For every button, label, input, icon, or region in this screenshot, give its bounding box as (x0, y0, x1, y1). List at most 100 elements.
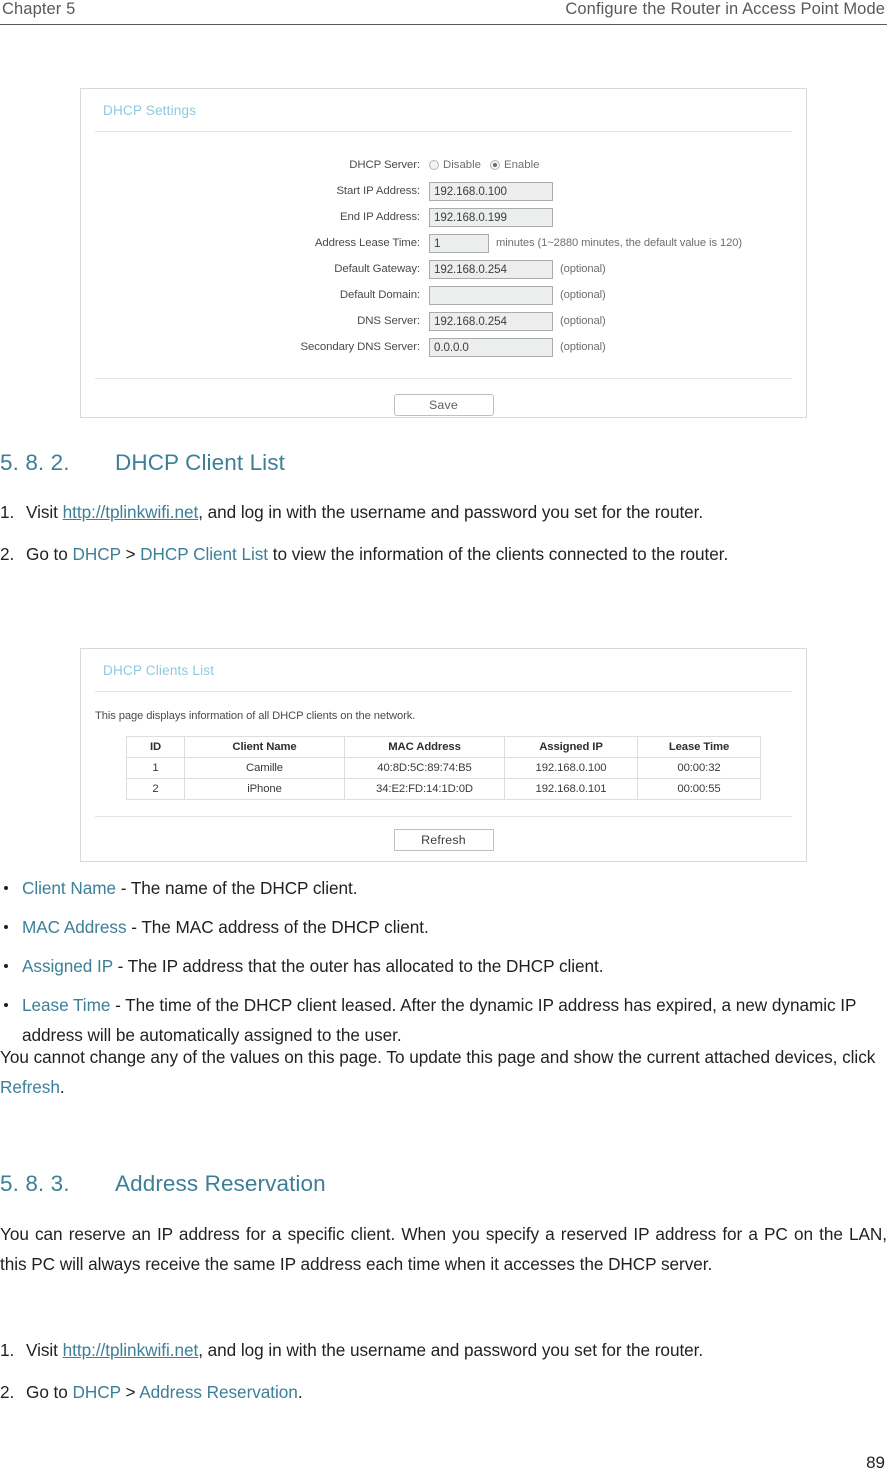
dhcp-clients-panel-title: DHCP Clients List (103, 663, 215, 678)
bullet-desc: - The MAC address of the DHCP client. (126, 917, 429, 937)
column-header-id: ID (126, 736, 185, 758)
bullet-dot-icon (4, 964, 8, 968)
form-row-default-gateway: Default Gateway: 192.168.0.254 (optional… (81, 258, 806, 281)
secondary-dns-label: Secondary DNS Server: (300, 341, 421, 354)
bullet-desc: - The IP address that the outer has allo… (112, 956, 604, 976)
column-header-lease-time: Lease Time (637, 736, 761, 758)
clients-table-wrap: ID Client Name MAC Address Assigned IP L… (81, 736, 806, 816)
nav-separator: > (120, 1382, 140, 1402)
step-text-pre: Visit (26, 1340, 63, 1360)
field-description-list: Client Name - The name of the DHCP clien… (0, 873, 887, 1050)
radio-option-enable[interactable]: Enable (490, 159, 539, 171)
radio-disable-label: Disable (443, 159, 481, 172)
dhcp-server-label: DHCP Server: (349, 159, 420, 172)
step-item: 1. Visit http://tplinkwifi.net, and log … (0, 1335, 887, 1365)
refresh-note-pre: You cannot change any of the values on t… (0, 1047, 876, 1067)
lease-time-label: Address Lease Time: (314, 237, 420, 250)
list-item: MAC Address - The MAC address of the DHC… (0, 912, 887, 942)
default-domain-input[interactable] (429, 285, 553, 305)
bullet-term: Client Name (22, 878, 117, 898)
bullet-desc: - The time of the DHCP client leased. Af… (22, 995, 857, 1045)
cell-id: 1 (126, 757, 185, 779)
column-header-assigned-ip: Assigned IP (504, 736, 638, 758)
list-item: Lease Time - The time of the DHCP client… (0, 990, 887, 1050)
form-row-start-ip: Start IP Address: 192.168.0.100 (81, 180, 806, 203)
refresh-note-paragraph: You cannot change any of the values on t… (0, 1042, 887, 1102)
step-item: 2. Go to DHCP > DHCP Client List to view… (0, 539, 887, 569)
secondary-dns-input[interactable]: 0.0.0.0 (429, 337, 553, 357)
bullet-desc: - The name of the DHCP client. (116, 878, 358, 898)
default-domain-hint: (optional) (560, 289, 606, 302)
cell-assigned-ip: 192.168.0.100 (504, 757, 638, 779)
step-text-post: . (297, 1382, 303, 1402)
step-text-pre: Go to (26, 544, 73, 564)
refresh-button[interactable]: Refresh (393, 829, 494, 851)
form-row-secondary-dns: Secondary DNS Server: 0.0.0.0 (optional) (81, 336, 806, 359)
dhcp-clients-table: ID Client Name MAC Address Assigned IP L… (126, 736, 761, 800)
cell-client-name: Camille (184, 757, 345, 779)
refresh-token: Refresh (0, 1077, 60, 1097)
lease-time-hint: minutes (1~2880 minutes, the default val… (496, 237, 742, 250)
nav-token-dhcp: DHCP (72, 1382, 121, 1402)
header-rule (0, 24, 887, 26)
dns-server-hint: (optional) (560, 315, 606, 328)
step-item: 1. Visit http://tplinkwifi.net, and log … (0, 497, 887, 527)
cell-lease-time: 00:00:32 (637, 757, 761, 779)
table-row: 1 Camille 40:8D:5C:89:74:B5 192.168.0.10… (126, 757, 761, 779)
start-ip-input[interactable]: 192.168.0.100 (429, 181, 553, 201)
step-text-post: to view the information of the clients c… (268, 544, 729, 564)
dhcp-settings-form: DHCP Server: Disable Enable Start IP Add… (81, 132, 806, 378)
end-ip-label: End IP Address: (340, 211, 420, 224)
step-text-post: , and log in with the username and passw… (198, 1340, 704, 1360)
steps-list-583: 1. Visit http://tplinkwifi.net, and log … (0, 1335, 887, 1407)
cell-assigned-ip: 192.168.0.101 (504, 778, 638, 800)
save-button[interactable]: Save (393, 394, 494, 416)
form-row-lease-time: Address Lease Time: 1 minutes (1~2880 mi… (81, 232, 806, 255)
column-header-mac-address: MAC Address (344, 736, 505, 758)
form-row-dhcp-server: DHCP Server: Disable Enable (81, 154, 806, 177)
bullet-term: Lease Time (22, 995, 111, 1015)
cell-mac-address: 40:8D:5C:89:74:B5 (344, 757, 505, 779)
default-gateway-input[interactable]: 192.168.0.254 (429, 259, 553, 279)
dhcp-settings-panel: DHCP Settings DHCP Server: Disable Enabl… (80, 88, 807, 418)
radio-enable-icon[interactable] (490, 160, 500, 171)
form-row-dns-server: DNS Server: 192.168.0.254 (optional) (81, 310, 806, 333)
tplinkwifi-link[interactable]: http://tplinkwifi.net (63, 502, 199, 522)
bullet-dot-icon (4, 886, 8, 890)
section-title-582: DHCP Client List (115, 450, 285, 475)
secondary-dns-hint: (optional) (560, 341, 606, 354)
cell-lease-time: 00:00:55 (637, 778, 761, 800)
lease-time-input[interactable]: 1 (429, 233, 489, 253)
tplinkwifi-link[interactable]: http://tplinkwifi.net (63, 1340, 199, 1360)
default-domain-label: Default Domain: (339, 289, 420, 302)
table-header-row: ID Client Name MAC Address Assigned IP L… (126, 736, 761, 758)
dns-server-label: DNS Server: (357, 315, 420, 328)
list-item: Assigned IP - The IP address that the ou… (0, 951, 887, 981)
dhcp-server-radio-group[interactable]: Disable Enable (429, 159, 539, 171)
radio-option-disable[interactable]: Disable (429, 159, 481, 171)
dns-server-input[interactable]: 192.168.0.254 (429, 311, 553, 331)
dhcp-settings-panel-title: DHCP Settings (103, 103, 197, 118)
step-text-pre: Visit (26, 502, 63, 522)
end-ip-input[interactable]: 192.168.0.199 (429, 207, 553, 227)
page-number: 89 (866, 1453, 885, 1472)
section-number-582: 5. 8. 2. (0, 450, 70, 475)
nav-separator: > (120, 544, 141, 564)
bullet-dot-icon (4, 1003, 8, 1007)
section-number-583: 5. 8. 3. (0, 1171, 70, 1196)
nav-token-address-reservation: Address Reservation (139, 1382, 298, 1402)
nav-token-dhcp-client-list: DHCP Client List (140, 544, 269, 564)
bullet-dot-icon (4, 925, 8, 929)
page-running-head: Chapter 5 Configure the Router in Access… (0, 0, 887, 26)
radio-disable-icon[interactable] (429, 160, 439, 171)
step-item: 2. Go to DHCP > Address Reservation. (0, 1377, 887, 1407)
clients-panel-note: This page displays information of all DH… (95, 710, 416, 722)
bullet-term: MAC Address (22, 917, 127, 937)
step-text-pre: Go to (26, 1382, 73, 1402)
form-row-end-ip: End IP Address: 192.168.0.199 (81, 206, 806, 229)
default-gateway-hint: (optional) (560, 263, 606, 276)
section-heading-583: 5. 8. 3. Address Reservation (0, 1171, 887, 1197)
list-item: Client Name - The name of the DHCP clien… (0, 873, 887, 903)
steps-list-582: 1. Visit http://tplinkwifi.net, and log … (0, 497, 887, 569)
column-header-client-name: Client Name (184, 736, 345, 758)
